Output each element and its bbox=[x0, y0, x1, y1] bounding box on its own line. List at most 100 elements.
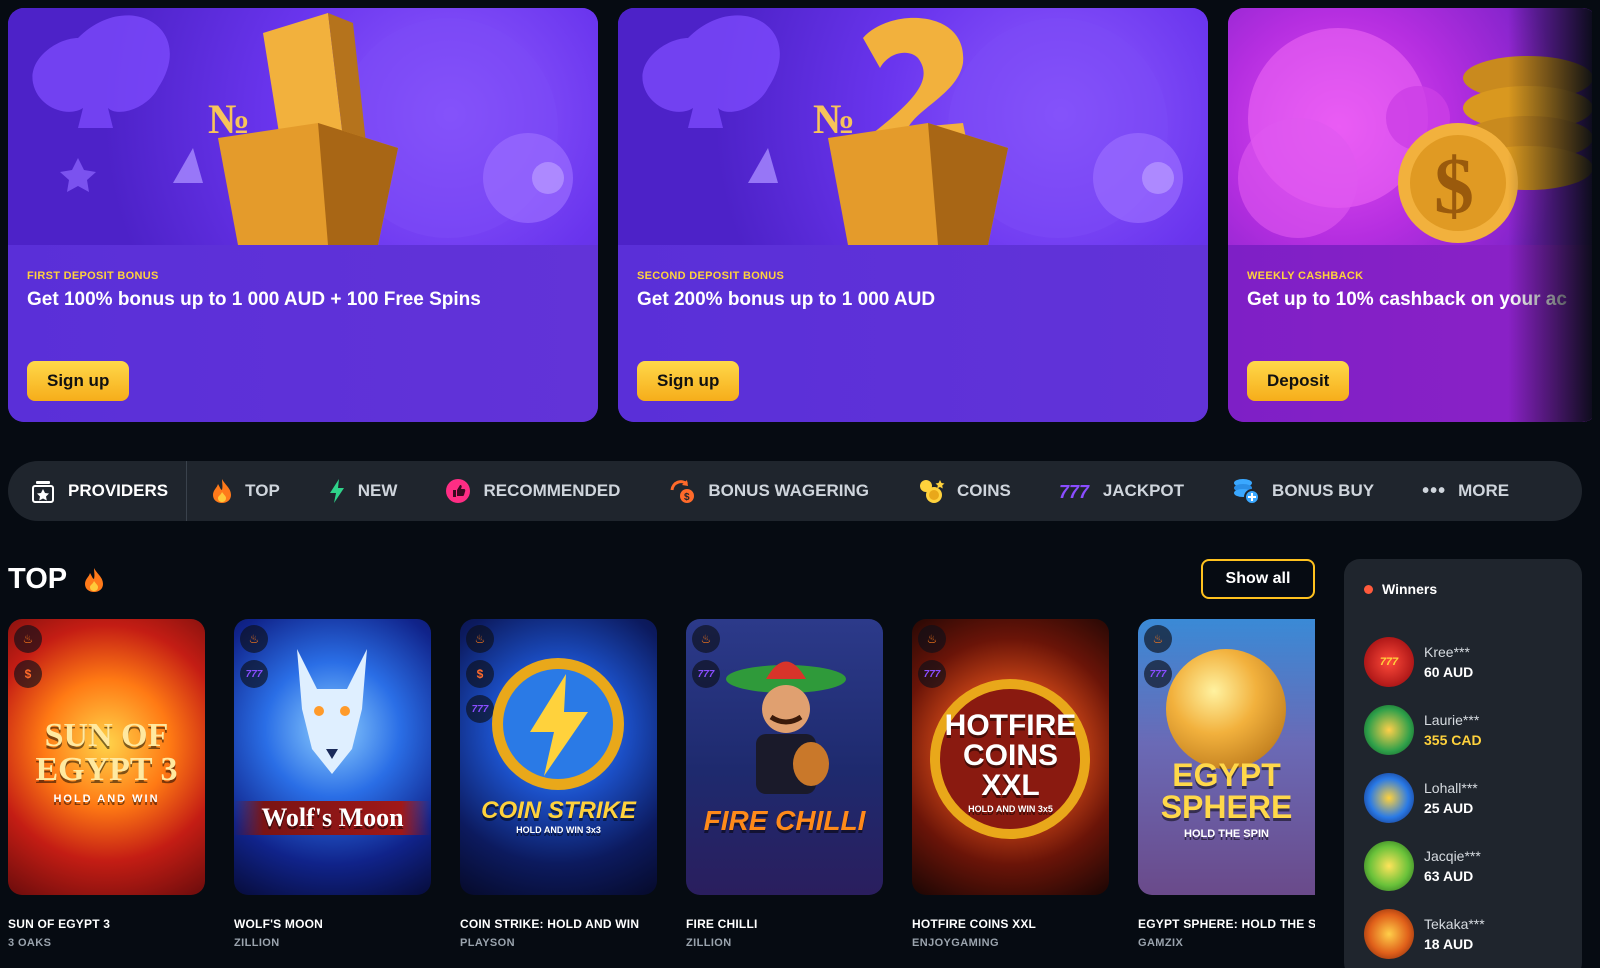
category-label: RECOMMENDED bbox=[483, 481, 621, 500]
winner-row[interactable]: Tekaka*** 18 AUD bbox=[1364, 909, 1485, 959]
winner-game-avatar[interactable] bbox=[1364, 909, 1414, 959]
promo-headline: Get up to 10% cashback on your ac bbox=[1247, 289, 1567, 310]
promo-headline: Get 100% bonus up to 1 000 AUD + 100 Fre… bbox=[27, 289, 481, 310]
sign-up-button[interactable]: Sign up bbox=[27, 361, 130, 401]
game-logo-subtitle: HOLD AND WIN 3x3 bbox=[516, 825, 601, 835]
winner-game-avatar[interactable] bbox=[1364, 841, 1414, 891]
promo-carousel: № FIRST DEPOSIT BONUS Get 100% bonus up … bbox=[8, 8, 1592, 422]
deposit-button[interactable]: Deposit bbox=[1247, 361, 1350, 401]
category-more[interactable]: ••• MORE bbox=[1398, 461, 1533, 521]
game-logo-text: FIRE CHILLI bbox=[703, 805, 866, 836]
hot-badge-icon: ♨ bbox=[1144, 625, 1172, 653]
category-new[interactable]: NEW bbox=[304, 461, 422, 521]
dollar-sign: $ bbox=[1434, 143, 1474, 231]
game-logo-subtitle: HOLD AND WIN bbox=[53, 793, 160, 805]
game-logo-text: HOTFIRE COINS XXL bbox=[944, 709, 1077, 802]
svg-text:№: № bbox=[813, 97, 855, 143]
game-card[interactable]: ♨ 777 Wolf's Moon WOLF'S MOON ZILLION bbox=[234, 619, 431, 949]
game-card[interactable]: ♨ $ 777 COIN STRIKE HOLD AND WIN 3x3 COI… bbox=[460, 619, 657, 949]
jackpot-badge-icon: 777 bbox=[1144, 660, 1172, 688]
promo-art: № bbox=[618, 8, 1208, 245]
game-name[interactable]: EGYPT SPHERE: HOLD THE SP bbox=[1138, 917, 1315, 931]
winner-amount: 355 CAD bbox=[1424, 732, 1482, 748]
game-thumbnail[interactable]: ♨ 777 FIRE CHILLI bbox=[686, 619, 883, 895]
category-label: BONUS BUY bbox=[1272, 481, 1375, 500]
promo-kicker: WEEKLY CASHBACK bbox=[1247, 270, 1364, 282]
hot-badge-icon: ♨ bbox=[466, 625, 494, 653]
game-provider: GAMZIX bbox=[1138, 937, 1184, 949]
section-title: TOP bbox=[8, 563, 105, 596]
winner-row[interactable]: Lohall*** 25 AUD bbox=[1364, 773, 1478, 823]
game-logo-text: Wolf's Moon bbox=[234, 801, 431, 835]
category-label: MORE bbox=[1458, 481, 1510, 500]
promo-art: $ bbox=[1228, 8, 1592, 245]
game-thumbnail[interactable]: ♨ 777 Wolf's Moon bbox=[234, 619, 431, 895]
game-name[interactable]: WOLF'S MOON bbox=[234, 917, 431, 931]
game-logo-text: SUN OF EGYPT 3 bbox=[35, 717, 178, 788]
category-bonus-wagering[interactable]: $ BONUS WAGERING bbox=[644, 461, 893, 521]
svg-text:777: 777 bbox=[1059, 482, 1090, 502]
winner-username: Kree*** bbox=[1424, 644, 1470, 660]
game-provider: ENJOYGAMING bbox=[912, 937, 999, 949]
winner-username: Lohall*** bbox=[1424, 780, 1478, 796]
category-providers[interactable]: PROVIDERS bbox=[8, 461, 188, 521]
thumbs-up-icon bbox=[446, 479, 471, 503]
jackpot-777-icon: 777 bbox=[1059, 482, 1090, 502]
winner-row[interactable]: Jacqie*** 63 AUD bbox=[1364, 841, 1481, 891]
game-thumbnail[interactable]: ♨ 777 EGYPT SPHERE HOLD THE SPIN bbox=[1138, 619, 1315, 895]
category-label: BONUS WAGERING bbox=[708, 481, 869, 500]
promo-art: № bbox=[8, 8, 598, 245]
category-label: NEW bbox=[357, 481, 398, 500]
category-coins[interactable]: COINS bbox=[893, 461, 1035, 521]
promo-card-weekly-cashback[interactable]: $ WEEKLY CASHBACK Get up to 10% cashback… bbox=[1228, 8, 1592, 422]
winner-game-avatar[interactable] bbox=[1364, 705, 1414, 755]
category-label: JACKPOT bbox=[1102, 481, 1185, 500]
promo-card-first-deposit[interactable]: № FIRST DEPOSIT BONUS Get 100% bonus up … bbox=[8, 8, 598, 422]
game-name[interactable]: FIRE CHILLI bbox=[686, 917, 883, 931]
bonus-wagering-badge-icon: $ bbox=[14, 660, 42, 688]
winner-row[interactable]: 777 Kree*** 60 AUD bbox=[1364, 637, 1473, 687]
category-top[interactable]: TOP bbox=[187, 461, 304, 521]
winners-title: Winners bbox=[1364, 581, 1437, 597]
game-thumbnail[interactable]: ♨ 777 HOTFIRE COINS XXL HOLD AND WIN 3x5 bbox=[912, 619, 1109, 895]
svg-text:№: № bbox=[208, 97, 250, 143]
flame-icon bbox=[85, 567, 104, 592]
bonus-wagering-icon: $ bbox=[670, 480, 695, 503]
hot-badge-icon: ♨ bbox=[918, 625, 946, 653]
more-dots-icon: ••• bbox=[1422, 479, 1447, 502]
hot-badge-icon: ♨ bbox=[240, 625, 268, 653]
promo-kicker: FIRST DEPOSIT BONUS bbox=[27, 270, 159, 282]
category-recommended[interactable]: RECOMMENDED bbox=[421, 461, 644, 521]
winner-amount: 60 AUD bbox=[1424, 664, 1474, 680]
winner-amount: 18 AUD bbox=[1424, 936, 1474, 952]
promo-card-second-deposit[interactable]: № SECOND DEPOSIT BONUS Get 200% bonus up… bbox=[618, 8, 1208, 422]
game-name[interactable]: SUN OF EGYPT 3 bbox=[8, 917, 205, 931]
lightning-icon bbox=[329, 479, 344, 503]
lightning-coin-art bbox=[492, 658, 624, 790]
game-card[interactable]: ♨ 777 HOTFIRE COINS XXL HOLD AND WIN 3x5… bbox=[912, 619, 1109, 949]
game-thumbnail[interactable]: ♨ $ 777 COIN STRIKE HOLD AND WIN 3x3 bbox=[460, 619, 657, 895]
hot-badge-icon: ♨ bbox=[14, 625, 42, 653]
mariachi-art bbox=[726, 661, 846, 794]
game-card[interactable]: ♨ 777 EGYPT SPHERE HOLD THE SPIN EGYPT S… bbox=[1138, 619, 1315, 949]
category-bonus-buy[interactable]: BONUS BUY bbox=[1208, 461, 1398, 521]
game-name[interactable]: COIN STRIKE: HOLD AND WIN bbox=[460, 917, 657, 931]
show-all-button[interactable]: Show all bbox=[1201, 559, 1315, 599]
winner-username: Jacqie*** bbox=[1424, 848, 1481, 864]
category-jackpot[interactable]: 777 JACKPOT bbox=[1035, 461, 1208, 521]
winner-username: Tekaka*** bbox=[1424, 916, 1485, 932]
winner-game-avatar[interactable] bbox=[1364, 773, 1414, 823]
game-name[interactable]: HOTFIRE COINS XXL bbox=[912, 917, 1109, 931]
game-grid: ♨ $ SUN OF EGYPT 3 HOLD AND WIN SUN OF E… bbox=[8, 619, 1315, 968]
winner-row[interactable]: Laurie*** 355 CAD bbox=[1364, 705, 1482, 755]
game-card[interactable]: ♨ $ SUN OF EGYPT 3 HOLD AND WIN SUN OF E… bbox=[8, 619, 205, 949]
live-dot-icon bbox=[1364, 584, 1373, 594]
game-logo-text: COIN STRIKE bbox=[481, 797, 636, 824]
category-label: TOP bbox=[245, 481, 280, 500]
jackpot-badge-icon: 777 bbox=[240, 660, 268, 688]
game-thumbnail[interactable]: ♨ $ SUN OF EGYPT 3 HOLD AND WIN bbox=[8, 619, 205, 895]
game-card[interactable]: ♨ 777 FIRE CHILLI FIRE CHILLI ZILLION bbox=[686, 619, 883, 949]
game-provider: ZILLION bbox=[234, 937, 280, 949]
sign-up-button[interactable]: Sign up bbox=[637, 361, 740, 401]
winner-game-avatar[interactable]: 777 bbox=[1364, 637, 1414, 687]
